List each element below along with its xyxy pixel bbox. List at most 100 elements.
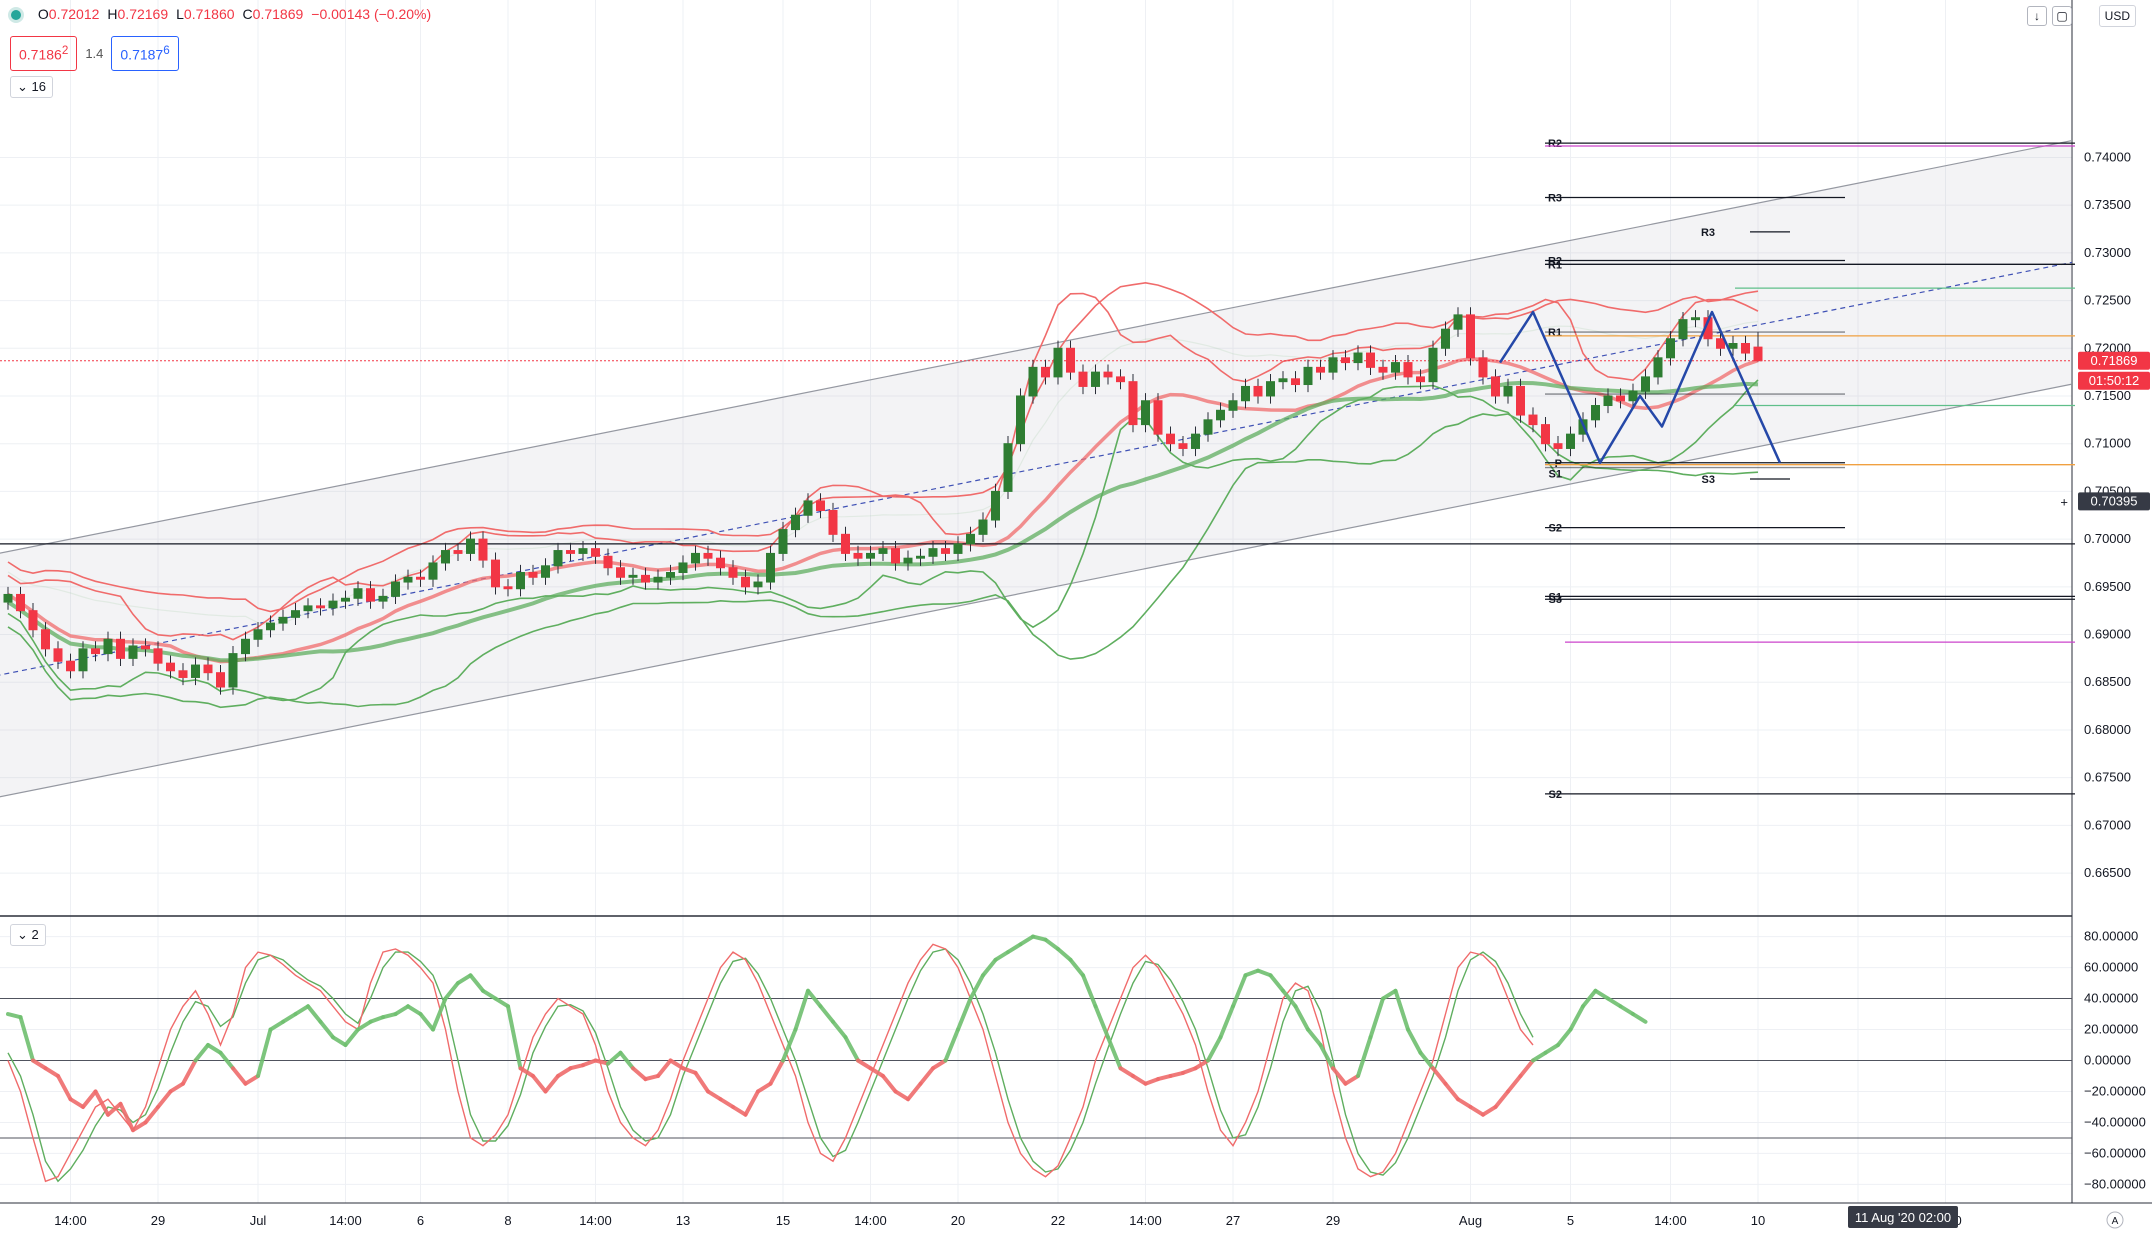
candle-body <box>141 645 150 650</box>
time-tick-label: Jul <box>250 1213 267 1228</box>
market-status-icon[interactable] <box>8 7 24 24</box>
osc-main-segment <box>1331 1066 1348 1086</box>
osc-main-segment <box>331 1035 348 1048</box>
osc-main-segment <box>31 1058 48 1071</box>
candle-body <box>41 629 50 650</box>
osc-main-segment <box>1256 968 1273 978</box>
candle-body <box>478 538 488 561</box>
osc-main-segment <box>718 1097 735 1109</box>
candle-body <box>541 565 550 578</box>
candle-body <box>153 648 163 664</box>
osc-main-segment <box>693 1070 710 1094</box>
candle-body <box>1528 414 1538 426</box>
osc-fast-line <box>7 943 1534 1183</box>
price-tick-label: 0.67000 <box>2084 817 2131 832</box>
ohlc-change: −0.00143 (−0.20%) <box>311 6 432 22</box>
down-arrow-icon[interactable]: ↓ <box>2027 6 2047 26</box>
osc-main-segment <box>1518 1058 1535 1078</box>
candle-body <box>891 548 900 564</box>
candle-body <box>216 672 225 688</box>
osc-main-segment <box>1606 996 1623 1009</box>
indicators-toggle[interactable]: ⌄ 16 <box>10 76 53 98</box>
candle-body <box>466 538 475 554</box>
candle-body <box>16 593 25 612</box>
time-tick-label: 14:00 <box>854 1213 887 1228</box>
candle-body <box>1016 395 1025 445</box>
sell-price: 0.7186 <box>19 46 62 63</box>
price-axis[interactable]: 0.740000.735000.730000.725000.720000.715… <box>2084 149 2146 1191</box>
candle-body <box>828 509 838 535</box>
osc-main-segment <box>268 1019 285 1032</box>
osc-main-segment <box>1318 1043 1335 1071</box>
crosshair-plus-icon: + <box>2060 494 2068 509</box>
candle-body <box>1003 443 1013 492</box>
osc-main-segment <box>893 1089 910 1102</box>
time-axis[interactable]: 14:00 29 Jul 14:00 6 8 14:00 13 15 14:00 20 22 14:00… <box>54 1213 1962 1228</box>
osc-main-segment <box>1081 973 1098 1009</box>
candle-body <box>1241 385 1250 402</box>
buy-button[interactable]: 0.71876 <box>111 36 179 71</box>
scale-box-icon[interactable]: ▢ <box>2052 6 2072 26</box>
candle-body <box>316 605 325 609</box>
candle-body <box>666 572 675 578</box>
spread-value: 1.4 <box>85 45 104 61</box>
candle-body <box>903 557 913 564</box>
osc-main-segment <box>631 1066 648 1082</box>
osc-main-segment <box>843 1035 860 1063</box>
time-tick-label: Aug <box>1459 1213 1482 1228</box>
candle-body <box>1391 362 1400 373</box>
candle <box>1003 436 1013 500</box>
osc-main-segment <box>181 1058 198 1086</box>
candle-body <box>378 595 388 602</box>
candle-body <box>1253 385 1263 397</box>
candle-body <box>1553 443 1563 449</box>
oscillator-pane <box>0 934 2072 1183</box>
osc-tick-label: −40.00000 <box>2084 1114 2146 1129</box>
osc-main-segment <box>156 1089 173 1109</box>
oscillator-toggle[interactable]: ⌄ 2 <box>10 924 46 946</box>
osc-main-segment <box>531 1073 548 1094</box>
candle-body <box>491 559 500 588</box>
price-tick-label: 0.71500 <box>2084 388 2131 403</box>
osc-main-segment <box>1431 1066 1448 1086</box>
osc-main-segment <box>18 1015 35 1063</box>
sell-button[interactable]: 0.71862 <box>10 36 78 71</box>
candle-body <box>1303 366 1313 386</box>
osc-main-segment <box>881 1073 898 1094</box>
candle-body <box>1166 433 1175 445</box>
time-tick-label: 14:00 <box>329 1213 362 1228</box>
candle-body <box>1091 371 1100 387</box>
candle-body <box>3 593 13 603</box>
pivot-label: S3 <box>1549 594 1562 606</box>
osc-main-segment <box>1206 1035 1223 1063</box>
trend-channel <box>0 139 2073 798</box>
osc-main-segment <box>581 1058 598 1068</box>
candle-body <box>703 552 713 559</box>
candle-body <box>1191 433 1200 449</box>
candle-body <box>128 645 138 659</box>
candle-body <box>728 567 738 578</box>
countdown-badge-text: 01:50:12 <box>2089 373 2140 388</box>
osc-main-segment <box>1468 1104 1485 1117</box>
candle-body <box>341 597 350 602</box>
candle-body <box>878 548 888 554</box>
currency-label[interactable]: USD <box>2098 5 2136 27</box>
osc-main-segment <box>493 996 510 1009</box>
osc-main-segment <box>1306 1027 1323 1048</box>
pivot-label: R1 <box>1548 259 1562 271</box>
candle-body <box>1341 357 1350 364</box>
candle-body <box>1078 371 1088 387</box>
osc-main-segment <box>1381 988 1398 1001</box>
candle-body <box>1741 343 1750 354</box>
candle-body <box>1753 346 1763 362</box>
candle-body <box>816 500 825 511</box>
crosshair-price-badge-text: 0.70395 <box>2091 493 2138 508</box>
price-tick-label: 0.66500 <box>2084 865 2131 880</box>
price-tick-label: 0.70000 <box>2084 531 2131 546</box>
time-tick-label: 29 <box>1326 1213 1340 1228</box>
osc-main-segment <box>1356 1035 1373 1078</box>
chart-canvas[interactable]: R2R3R3R2R1R1PS1 S3S2S1S3S2 0.740000.73500… <box>0 0 2152 1235</box>
osc-main-segment <box>406 1004 423 1017</box>
candle-body <box>1678 319 1688 340</box>
osc-main-segment <box>293 1004 310 1017</box>
